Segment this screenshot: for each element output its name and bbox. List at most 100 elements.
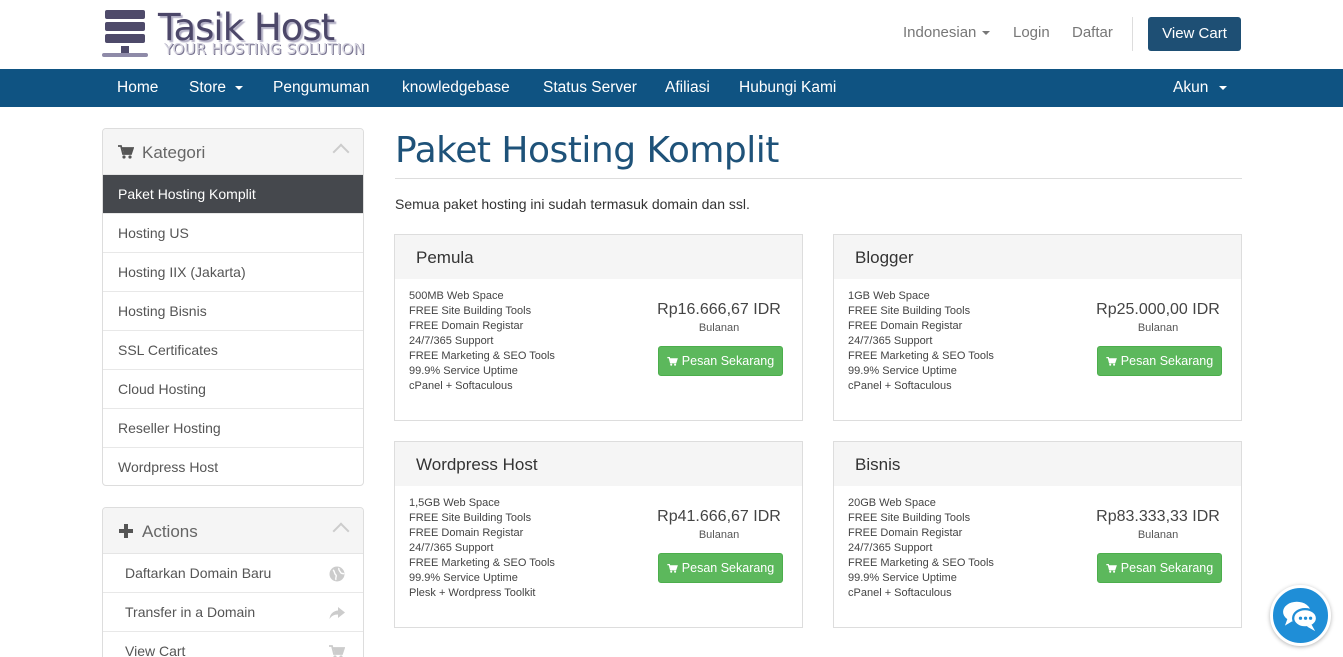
feature-item: 24/7/365 Support xyxy=(848,542,933,554)
nav-server-status[interactable]: Status Server xyxy=(543,79,637,97)
product-features: 1GB Web Space FREE Site Building Tools F… xyxy=(848,289,994,394)
live-chat-button[interactable] xyxy=(1270,585,1331,646)
cart-icon xyxy=(1106,357,1117,366)
nav-affiliates[interactable]: Afiliasi xyxy=(665,79,710,97)
chevron-up-icon[interactable] xyxy=(332,522,350,540)
nav-home[interactable]: Home xyxy=(117,79,158,97)
feature-item: FREE Domain Registar xyxy=(409,320,524,332)
billing-cycle: Bulanan xyxy=(1137,322,1179,334)
chat-icon xyxy=(1283,601,1319,632)
main-navbar: Home Store Pengumuman knowledgebase Stat… xyxy=(0,69,1343,107)
order-now-button[interactable]: Pesan Sekarang xyxy=(658,553,783,583)
feature-item: cPanel + Softaculous xyxy=(848,380,952,392)
category-item-ssl-certificates[interactable]: SSL Certificates xyxy=(103,331,363,370)
product-price: Rp16.666,67 IDR xyxy=(657,301,781,318)
product-card-pemula: Pemula 500MB Web Space FREE Site Buildin… xyxy=(394,234,803,421)
categories-title: Kategori xyxy=(142,143,206,162)
category-item-hosting-iix[interactable]: Hosting IIX (Jakarta) xyxy=(103,253,363,292)
cart-icon xyxy=(667,357,678,366)
feature-item: 24/7/365 Support xyxy=(409,335,494,347)
page-intro: Semua paket hosting ini sudah termasuk d… xyxy=(395,196,750,212)
product-features: 20GB Web Space FREE Site Building Tools … xyxy=(848,496,994,601)
order-now-label: Pesan Sekarang xyxy=(1120,561,1214,575)
category-item-reseller-hosting[interactable]: Reseller Hosting xyxy=(103,409,363,448)
caret-down-icon xyxy=(235,85,244,90)
action-label: Transfer in a Domain xyxy=(125,604,256,620)
feature-item: 1GB Web Space xyxy=(848,290,930,302)
nav-account[interactable]: Akun xyxy=(1173,79,1228,97)
product-price: Rp25.000,00 IDR xyxy=(1096,301,1220,318)
order-now-label: Pesan Sekarang xyxy=(1120,354,1214,368)
caret-down-icon xyxy=(982,31,991,36)
product-name: Bisnis xyxy=(834,442,1241,486)
nav-contact[interactable]: Hubungi Kami xyxy=(739,79,836,97)
caret-down-icon xyxy=(1219,85,1228,90)
logo[interactable]: Tasik Host YOUR HOSTING SOLUTION xyxy=(102,6,365,60)
order-now-button[interactable]: Pesan Sekarang xyxy=(1097,553,1222,583)
share-icon xyxy=(329,607,345,619)
category-item-wordpress-host[interactable]: Wordpress Host xyxy=(103,448,363,485)
billing-cycle: Bulanan xyxy=(1137,529,1179,541)
feature-item: cPanel + Softaculous xyxy=(409,380,513,392)
action-label: Daftarkan Domain Baru xyxy=(125,565,272,581)
product-name: Blogger xyxy=(834,235,1241,279)
globe-icon xyxy=(329,566,345,582)
nav-store[interactable]: Store xyxy=(189,79,244,97)
cart-icon xyxy=(118,145,134,159)
feature-item: 500MB Web Space xyxy=(409,290,504,302)
feature-item: FREE Marketing & SEO Tools xyxy=(409,557,555,569)
feature-item: cPanel + Softaculous xyxy=(848,587,952,599)
nav-account-label: Akun xyxy=(1173,79,1209,96)
server-logo-icon xyxy=(102,10,148,58)
cart-icon xyxy=(1106,564,1117,573)
feature-item: FREE Site Building Tools xyxy=(848,512,971,524)
actions-title: Actions xyxy=(142,522,198,541)
feature-item: 99.9% Service Uptime xyxy=(409,365,518,377)
feature-item: 99.9% Service Uptime xyxy=(409,572,518,584)
order-now-label: Pesan Sekarang xyxy=(681,561,775,575)
product-name: Wordpress Host xyxy=(395,442,802,486)
nav-knowledgebase[interactable]: knowledgebase xyxy=(402,79,510,97)
register-link[interactable]: Daftar xyxy=(1072,24,1113,41)
action-transfer-domain[interactable]: Transfer in a Domain xyxy=(103,593,363,632)
product-price: Rp41.666,67 IDR xyxy=(657,508,781,525)
action-view-cart[interactable]: View Cart xyxy=(103,632,363,657)
title-divider xyxy=(395,178,1242,179)
category-item-hosting-us[interactable]: Hosting US xyxy=(103,214,363,253)
nav-store-label: Store xyxy=(189,79,227,96)
feature-item: FREE Domain Registar xyxy=(848,320,963,332)
login-link[interactable]: Login xyxy=(1013,24,1050,41)
billing-cycle: Bulanan xyxy=(698,529,740,541)
product-card-bisnis: Bisnis 20GB Web Space FREE Site Building… xyxy=(833,441,1242,628)
cart-icon xyxy=(329,645,345,657)
product-features: 1,5GB Web Space FREE Site Building Tools… xyxy=(409,496,555,601)
category-item-cloud-hosting[interactable]: Cloud Hosting xyxy=(103,370,363,409)
feature-item: FREE Marketing & SEO Tools xyxy=(848,557,994,569)
divider xyxy=(1132,17,1133,51)
page-title: Paket Hosting Komplit xyxy=(395,130,779,171)
action-label: View Cart xyxy=(125,643,186,657)
categories-panel-header[interactable]: Kategori xyxy=(103,129,363,175)
order-now-button[interactable]: Pesan Sekarang xyxy=(1097,346,1222,376)
feature-item: 24/7/365 Support xyxy=(409,542,494,554)
order-now-button[interactable]: Pesan Sekarang xyxy=(658,346,783,376)
feature-item: 24/7/365 Support xyxy=(848,335,933,347)
order-now-label: Pesan Sekarang xyxy=(681,354,775,368)
language-dropdown[interactable]: Indonesian xyxy=(903,24,991,41)
actions-panel: Actions Daftarkan Domain Baru Transfer i… xyxy=(102,507,364,657)
site-header: Tasik Host YOUR HOSTING SOLUTION Indones… xyxy=(0,0,1343,69)
feature-item: FREE Marketing & SEO Tools xyxy=(848,350,994,362)
feature-item: 1,5GB Web Space xyxy=(409,497,500,509)
product-name: Pemula xyxy=(395,235,802,279)
actions-panel-header[interactable]: Actions xyxy=(103,508,363,554)
chevron-up-icon[interactable] xyxy=(332,143,350,161)
nav-announcements[interactable]: Pengumuman xyxy=(273,79,370,97)
category-item-paket-hosting-komplit[interactable]: Paket Hosting Komplit xyxy=(103,175,363,214)
feature-item: FREE Domain Registar xyxy=(409,527,524,539)
cart-icon xyxy=(667,564,678,573)
view-cart-button[interactable]: View Cart xyxy=(1148,17,1241,51)
action-register-domain[interactable]: Daftarkan Domain Baru xyxy=(103,554,363,593)
category-item-hosting-bisnis[interactable]: Hosting Bisnis xyxy=(103,292,363,331)
logo-tagline: YOUR HOSTING SOLUTION xyxy=(164,40,365,58)
feature-item: 99.9% Service Uptime xyxy=(848,572,957,584)
